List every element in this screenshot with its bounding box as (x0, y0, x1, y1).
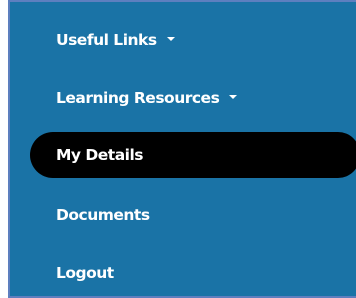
nav-item-label: Documents (56, 206, 150, 224)
nav-item-label: Useful Links (56, 31, 157, 49)
caret-down-icon (166, 37, 175, 41)
nav-item-my-details[interactable]: My Details (30, 132, 356, 178)
nav-menu: Useful Links Learning Resources My Detai… (8, 0, 356, 298)
caret-down-icon (229, 95, 238, 99)
nav-item-label: Logout (56, 264, 114, 282)
nav-item-label: Learning Resources (56, 89, 220, 107)
nav-item-useful-links[interactable]: Useful Links (10, 17, 356, 63)
nav-item-learning-resources[interactable]: Learning Resources (10, 75, 356, 121)
nav-item-label: My Details (56, 146, 144, 164)
nav-item-documents[interactable]: Documents (10, 192, 356, 238)
nav-item-logout[interactable]: Logout (10, 250, 356, 296)
